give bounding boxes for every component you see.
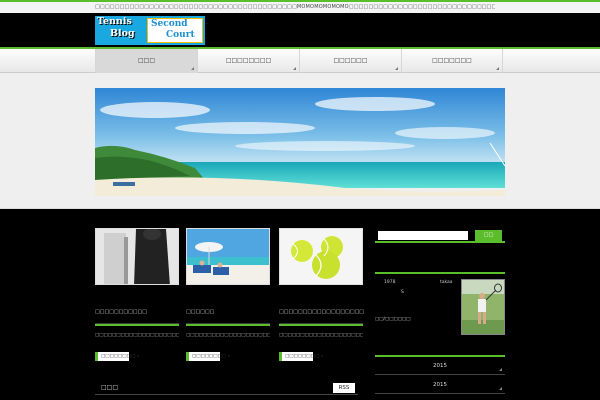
read-more-button[interactable]: □□□□□□□□ » <box>95 352 139 361</box>
logo-tennis-blog: Tennis Blog <box>97 16 135 40</box>
top-bar: □□□□□□□□□□□□□□□□□□□□□□□□□□□□□□□□□□□□□□□□… <box>0 0 600 13</box>
logo-line-tennis: Tennis <box>97 16 132 27</box>
title-divider <box>279 323 363 326</box>
nav-item-home[interactable]: □□□ <box>95 49 197 73</box>
archive-item-label: 2015 <box>433 382 447 388</box>
nav-item-3[interactable]: □□□□□□ <box>299 49 401 73</box>
site-description: □□□□□□□□□□□□□□□□□□□□□□□□□□□□□□□□□□□□□□□□… <box>95 4 495 10</box>
profile-divider <box>375 272 505 274</box>
nav-item-4[interactable]: □□□□□□□ <box>401 49 503 73</box>
nav-item-label: □□□□□□□□ <box>225 57 272 64</box>
profile-text: S <box>401 290 404 295</box>
corner-arrow-icon <box>395 67 398 70</box>
nav-item-label: □□□□□□□ <box>432 57 472 64</box>
post-excerpt: □□□□□□□□□□□□□□□□□□□□□□□□□□□□□□□□□□□□□□□□… <box>95 333 179 338</box>
corner-arrow-icon <box>293 67 296 70</box>
archive-item-label: 2015 <box>433 363 447 369</box>
search-input[interactable] <box>378 231 468 240</box>
search-widget: □□ <box>375 228 505 243</box>
profile-name: takaa <box>440 280 453 285</box>
corner-arrow-icon <box>191 67 194 70</box>
news-title: □□□ <box>101 384 119 391</box>
logo-line-blog: Blog <box>110 28 135 39</box>
archive-item[interactable]: 2015 <box>375 357 505 375</box>
post-title[interactable]: □□□□□□ <box>186 309 270 315</box>
profile-link[interactable]: □□/□□□□□□ <box>375 317 411 322</box>
corner-arrow-icon <box>499 368 502 371</box>
rss-button[interactable]: RSS <box>333 383 355 393</box>
search-button[interactable]: □□ <box>475 230 502 241</box>
read-more-button[interactable]: □□□□□□□□ » <box>279 352 323 361</box>
post-thumbnail[interactable] <box>95 228 179 285</box>
post-excerpt: □□□□□□□□□□□□□□□□□□□□□□□□□□□□□□□□□□□□□□□□… <box>186 333 270 338</box>
logo-line-second: Second <box>151 19 188 29</box>
site-logo[interactable]: Tennis Blog Second Court <box>95 16 205 45</box>
archive-item[interactable]: 2015 <box>375 376 505 394</box>
title-divider <box>95 323 179 326</box>
header: Tennis Blog Second Court <box>0 13 600 47</box>
post-title[interactable]: □□□□□□□□□□□□□□□□□□ <box>279 309 364 315</box>
profile-year: 1978 <box>384 280 396 285</box>
title-divider <box>186 323 270 326</box>
post-excerpt: □□□□□□□□□□□□□□□□□□□□□□□□□□□□□□□□□□□□□□□□… <box>279 333 363 338</box>
news-heading: □□□ RSS <box>95 382 358 395</box>
nav-item-2[interactable]: □□□□□□□□ <box>197 49 299 73</box>
main-content: □□□□□□□□□□□ □□□□□□□□□□□□□□□□□□□□ □□□□□□□□… <box>0 210 600 400</box>
post-thumbnail[interactable] <box>186 228 270 285</box>
hero-band <box>0 73 600 209</box>
read-more-button[interactable]: □□□□□□□□ » <box>186 352 230 361</box>
corner-arrow-icon <box>496 67 499 70</box>
nav-item-label: □□□ <box>137 57 155 64</box>
hero-beach-image <box>95 88 505 196</box>
logo-line-court: Court <box>166 30 195 40</box>
post-thumbnail[interactable] <box>279 228 363 285</box>
corner-arrow-icon <box>499 387 502 390</box>
main-nav: □□□ □□□□□□□□ □□□□□□ □□□□□□□ <box>0 47 600 73</box>
logo-second-court: Second Court <box>147 18 203 43</box>
post-title[interactable]: □□□□□□□□□□□ <box>95 309 179 315</box>
nav-item-label: □□□□□□ <box>333 57 368 64</box>
profile-photo <box>461 279 505 335</box>
